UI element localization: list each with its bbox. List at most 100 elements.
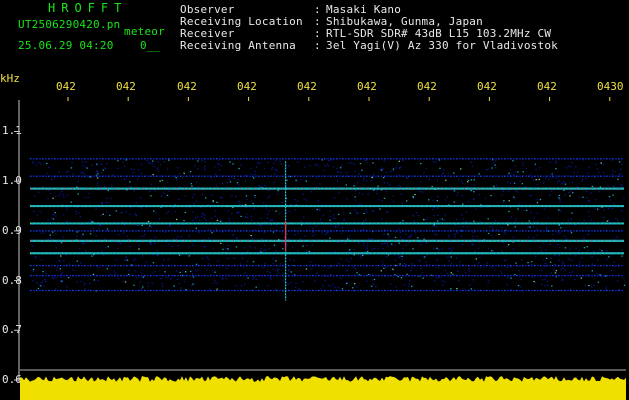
noise-speckle: [436, 247, 438, 249]
noise-speckle: [231, 195, 233, 197]
noise-speckle: [56, 269, 58, 271]
noise-speckle: [473, 184, 476, 186]
noise-speckle: [236, 182, 239, 184]
noise-speckle: [366, 211, 368, 213]
noise-speckle: [543, 208, 545, 210]
noise-speckle: [288, 210, 291, 213]
noise-speckle: [227, 257, 229, 260]
noise-speckle: [494, 220, 497, 222]
noise-speckle: [99, 224, 101, 226]
noise-speckle: [353, 249, 355, 251]
noise-speckle: [353, 185, 355, 187]
noise-speckle: [356, 182, 359, 184]
noise-speckle: [346, 198, 348, 200]
noise-speckle: [559, 232, 561, 234]
noise-speckle: [445, 269, 447, 271]
noise-speckle: [587, 227, 589, 229]
noise-speckle: [246, 198, 248, 201]
noise-speckle: [192, 196, 194, 198]
noise-speckle: [246, 217, 248, 219]
noise-speckle: [337, 171, 339, 173]
noise-speckle: [382, 263, 385, 265]
noise-speckle: [84, 282, 86, 284]
noise-speckle: [419, 181, 422, 183]
noise-speckle: [40, 285, 42, 287]
noise-speckle: [571, 260, 573, 262]
noise-speckle: [177, 245, 179, 247]
noise-speckle: [270, 278, 272, 280]
noise-speckle: [398, 166, 401, 169]
noise-speckle: [38, 191, 40, 193]
noise-speckle: [530, 212, 532, 214]
noise-speckle: [236, 212, 238, 214]
noise-speckle: [55, 233, 57, 235]
noise-speckle: [536, 228, 538, 230]
noise-speckle: [359, 203, 361, 205]
noise-speckle: [521, 183, 524, 185]
noise-speckle: [271, 168, 273, 170]
noise-speckle: [296, 200, 299, 202]
noise-speckle: [288, 268, 290, 270]
noise-speckle: [599, 186, 602, 188]
noise-speckle: [66, 286, 68, 288]
noise-speckle: [454, 189, 456, 191]
noise-speckle: [595, 199, 597, 201]
noise-speckle: [275, 250, 277, 252]
noise-speckle: [80, 262, 82, 264]
noise-speckle: [208, 237, 210, 239]
noise-speckle: [201, 194, 203, 196]
noise-speckle: [596, 259, 599, 261]
noise-speckle: [596, 272, 598, 274]
noise-speckle: [220, 242, 222, 244]
noise-speckle: [562, 261, 564, 263]
noise-speckle: [286, 179, 288, 181]
noise-speckle: [78, 212, 80, 214]
noise-speckle: [365, 209, 367, 211]
noise-speckle: [238, 167, 240, 170]
noise-speckle: [209, 288, 211, 290]
noise-speckle: [152, 262, 155, 264]
noise-speckle: [141, 287, 143, 290]
noise-speckle: [414, 194, 416, 196]
noise-speckle: [235, 237, 238, 239]
noise-speckle: [250, 219, 253, 221]
noise-speckle: [155, 212, 157, 214]
noise-speckle: [152, 174, 154, 176]
noise-speckle: [163, 259, 165, 261]
noise-speckle: [362, 220, 365, 222]
noise-speckle: [569, 259, 571, 261]
noise-speckle: [134, 258, 136, 260]
noise-speckle: [361, 169, 363, 171]
noise-speckle: [77, 181, 79, 183]
noise-speckle: [380, 270, 382, 272]
noise-speckle: [294, 234, 296, 236]
noise-speckle: [218, 169, 221, 171]
noise-speckle: [273, 244, 276, 246]
noise-speckle: [444, 199, 447, 201]
noise-speckle: [565, 238, 568, 240]
noise-speckle: [567, 219, 570, 221]
noise-speckle: [611, 173, 613, 175]
noise-speckle: [66, 220, 68, 222]
noise-speckle: [235, 285, 237, 287]
noise-speckle: [36, 282, 38, 284]
noise-speckle: [329, 215, 331, 217]
noise-speckle: [49, 192, 51, 195]
noise-speckle: [621, 185, 624, 187]
noise-speckle: [381, 260, 383, 262]
noise-speckle: [490, 234, 493, 236]
noise-speckle: [346, 281, 348, 283]
noise-speckle: [448, 248, 450, 250]
noise-speckle: [181, 229, 183, 231]
noise-speckle: [536, 212, 539, 214]
noise-speckle: [615, 237, 617, 239]
noise-speckle: [130, 186, 132, 188]
noise-speckle: [508, 200, 510, 202]
noise-speckle: [254, 195, 256, 197]
noise-speckle: [253, 177, 255, 179]
noise-speckle: [260, 225, 263, 227]
noise-speckle: [536, 199, 538, 201]
noise-speckle: [311, 235, 314, 237]
noise-speckle: [95, 164, 98, 166]
noise-speckle: [126, 259, 129, 261]
